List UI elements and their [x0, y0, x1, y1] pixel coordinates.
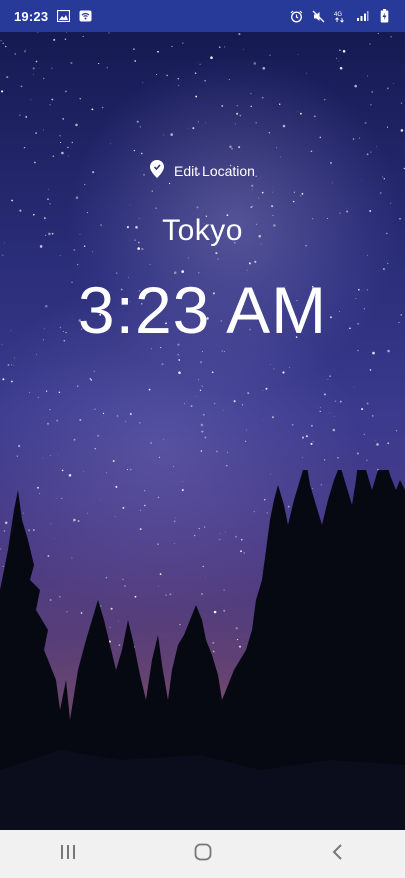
recent-apps-button[interactable] — [46, 832, 90, 876]
tree-silhouettes — [0, 470, 405, 830]
background-image — [0, 32, 405, 830]
alarm-icon — [289, 9, 303, 23]
edit-location-button[interactable]: Edit Location — [0, 160, 405, 181]
battery-charging-icon — [377, 9, 391, 23]
home-button[interactable] — [181, 832, 225, 876]
edit-location-label: Edit Location — [174, 162, 255, 179]
signal-icon — [355, 9, 369, 23]
network-4g-icon: 4G — [333, 9, 347, 23]
svg-text:4G: 4G — [334, 12, 342, 18]
city-name: Tokyo — [162, 214, 243, 247]
home-icon — [194, 843, 212, 866]
image-icon — [56, 9, 70, 23]
mute-icon — [311, 9, 325, 23]
back-icon — [331, 843, 345, 866]
status-bar: 19:23 4G — [0, 0, 405, 32]
wifi-icon — [78, 9, 92, 23]
back-button[interactable] — [316, 832, 360, 876]
recent-apps-icon — [59, 844, 77, 865]
local-time: 3:23 AM — [77, 273, 328, 347]
location-pin-icon — [150, 160, 165, 181]
status-time: 19:23 — [14, 8, 49, 24]
navigation-bar — [0, 830, 405, 878]
status-right: 4G — [289, 9, 391, 23]
screen: 19:23 4G Edit Location Tokyo 3:23 AM — [0, 0, 405, 878]
status-left: 19:23 — [14, 9, 92, 24]
